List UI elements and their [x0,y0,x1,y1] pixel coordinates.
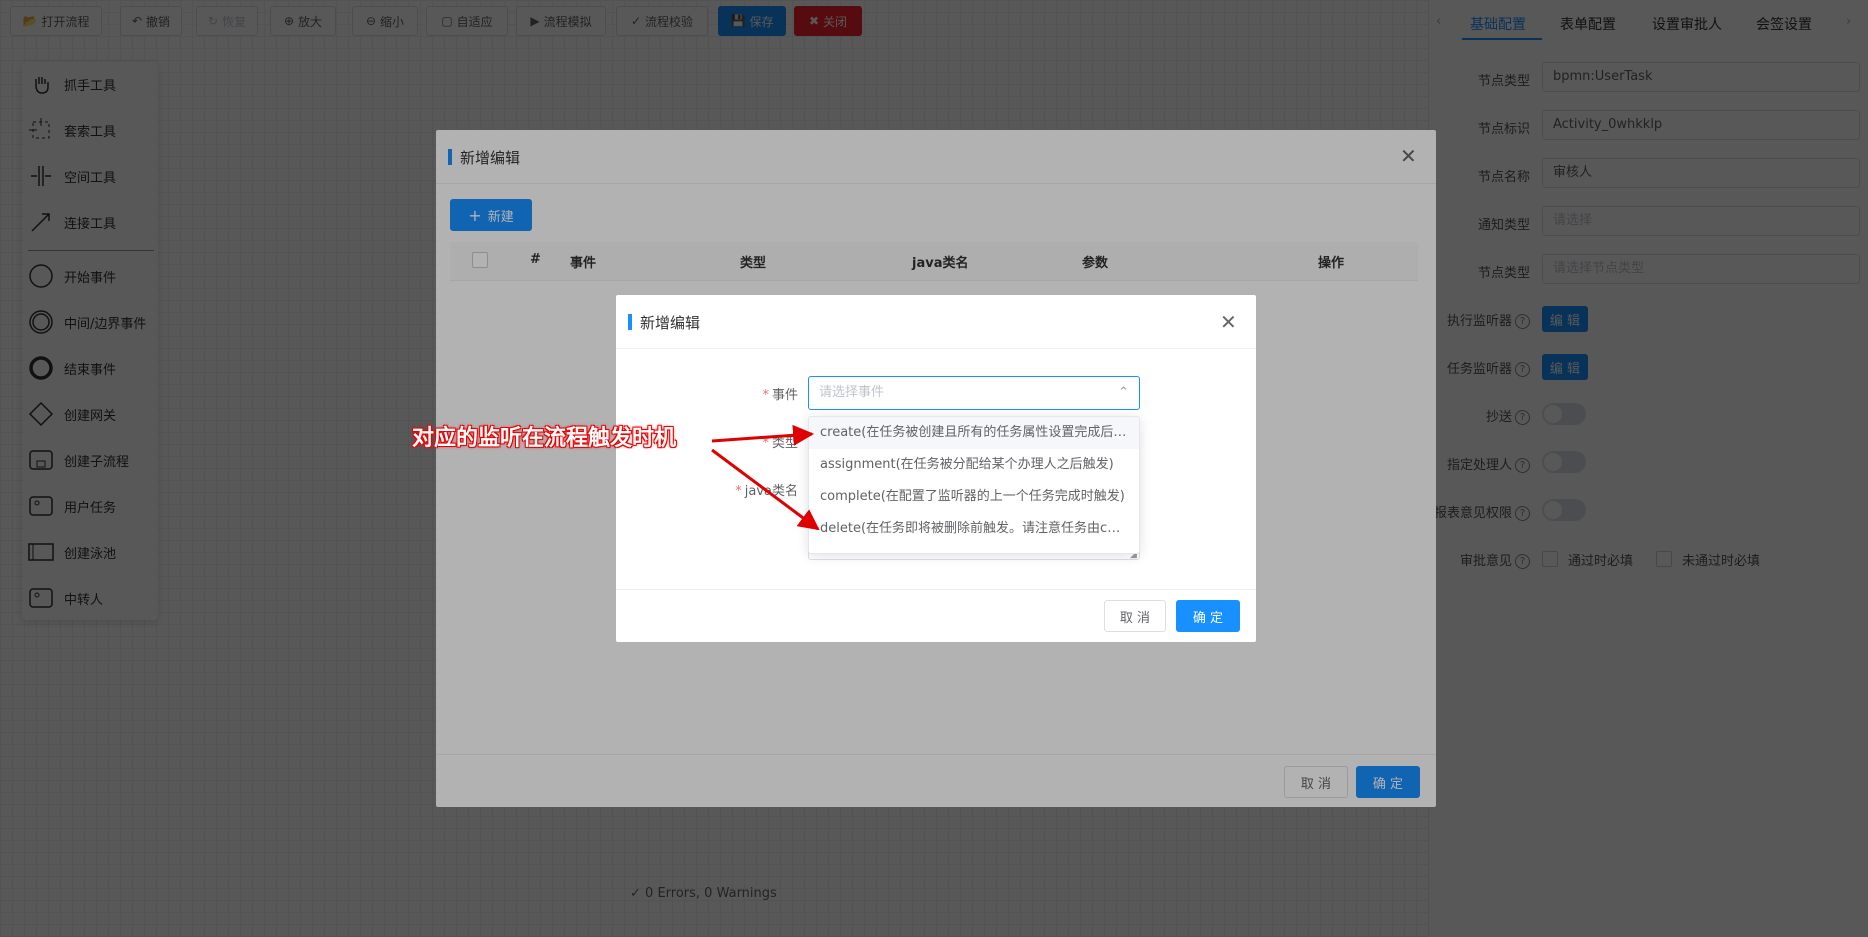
annotation-arrows [711,424,820,531]
annotation-arrow-create [711,424,815,446]
annotation-arrow-delete [711,448,820,531]
